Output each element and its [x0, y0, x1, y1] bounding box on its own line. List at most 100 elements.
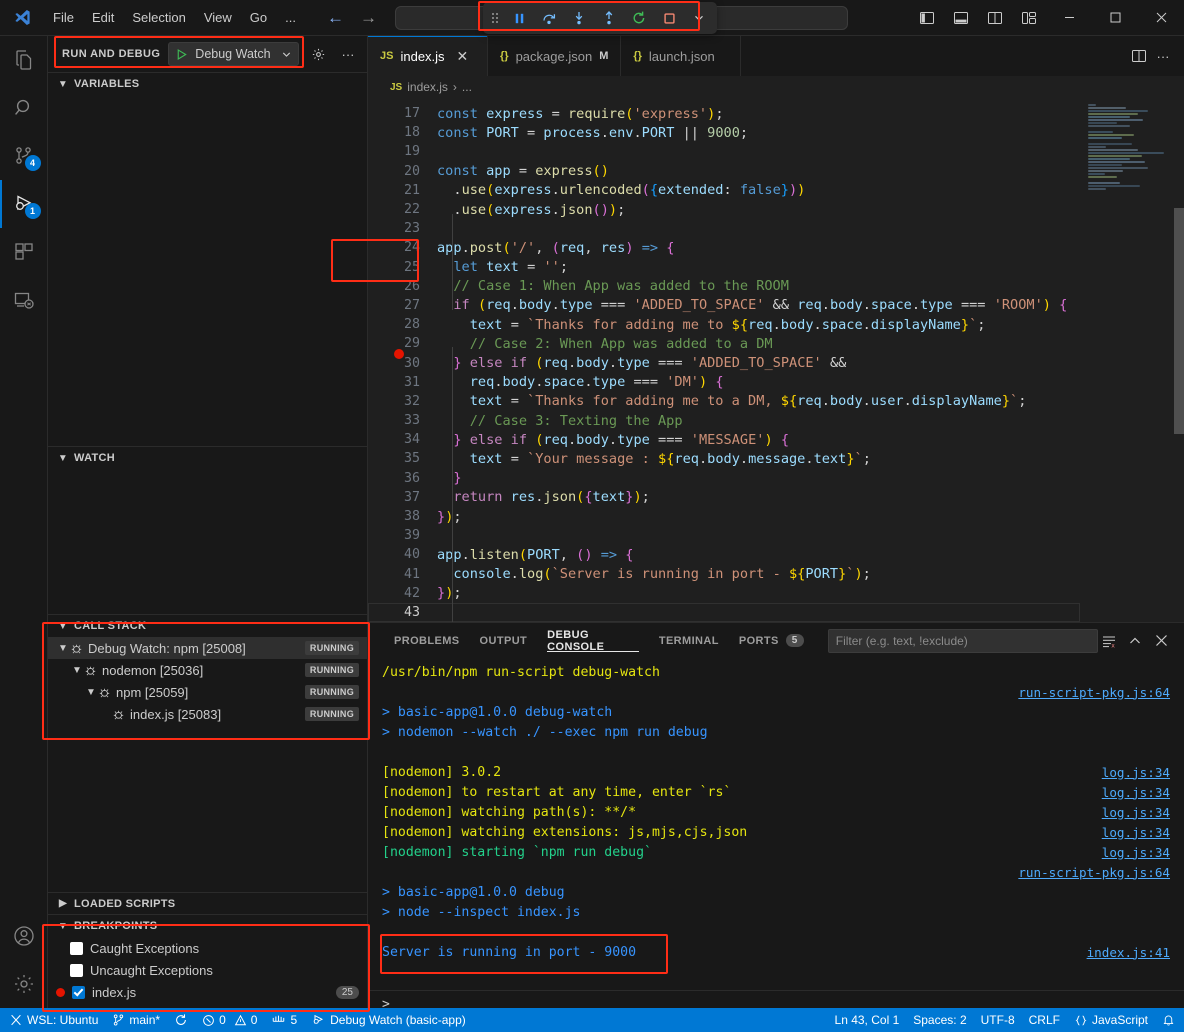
tab-output[interactable]: OUTPUT	[470, 623, 538, 658]
call-stack-row[interactable]: ▼ nodemon [25036] RUNNING	[48, 659, 367, 681]
breakpoint-checkbox[interactable]	[70, 964, 83, 977]
ellipsis-icon[interactable]: ···	[337, 43, 359, 65]
breadcrumb-file[interactable]: index.js	[407, 80, 448, 94]
breadcrumb-symbol[interactable]: ...	[462, 80, 472, 94]
code-line[interactable]: 18const PORT = process.env.PORT || 9000;	[368, 123, 1080, 142]
console-source-link[interactable]: log.js:34	[1102, 845, 1170, 860]
code-line[interactable]: 34 } else if (req.body.type === 'MESSAGE…	[368, 430, 1080, 449]
status-eol[interactable]: CRLF	[1022, 1008, 1067, 1032]
close-icon[interactable]	[1150, 630, 1172, 652]
code-line[interactable]: 40app.listen(PORT, () => {	[368, 545, 1080, 564]
maximize-button[interactable]	[1092, 0, 1138, 36]
breakpoint-checkbox[interactable]	[72, 986, 85, 999]
console-filter-input[interactable]: Filter (e.g. text, !exclude)	[828, 629, 1098, 653]
code-line[interactable]: 17const express = require('express');	[368, 104, 1080, 123]
sidebar-item-remote-explorer[interactable]	[0, 276, 48, 324]
pause-icon[interactable]	[505, 5, 533, 31]
close-icon[interactable]: ✕	[457, 49, 469, 63]
tab-debug-console[interactable]: DEBUG CONSOLE	[537, 623, 649, 658]
stop-icon[interactable]	[655, 5, 683, 31]
breakpoints-section-header[interactable]: ▼ BREAKPOINTS	[48, 915, 367, 937]
code-line[interactable]: 29 // Case 2: When App was added to a DM	[368, 334, 1080, 353]
tab-launch-json[interactable]: {} launch.json	[621, 36, 741, 76]
console-source-link[interactable]: log.js:34	[1102, 765, 1170, 780]
code-line[interactable]: 25 let text = '';	[368, 258, 1080, 277]
sidebar-item-extensions[interactable]	[0, 228, 48, 276]
chevron-down-icon[interactable]: ▼	[56, 643, 70, 654]
code-line[interactable]: 21 .use(express.urlencoded({extended: fa…	[368, 181, 1080, 200]
minimize-button[interactable]	[1046, 0, 1092, 36]
customize-layout-icon[interactable]	[1012, 10, 1046, 26]
status-git-branch[interactable]: main*	[105, 1008, 167, 1032]
accounts-icon[interactable]	[0, 912, 48, 960]
tab-package-json[interactable]: {} package.json M	[488, 36, 621, 76]
console-source-link[interactable]: run-script-pkg.js:64	[1018, 865, 1170, 880]
status-remote[interactable]: WSL: Ubuntu	[2, 1008, 105, 1032]
code-line[interactable]: 20const app = express()	[368, 162, 1080, 181]
code-line[interactable]: 41 console.log(`Server is running in por…	[368, 565, 1080, 584]
console-source-link[interactable]: log.js:34	[1102, 805, 1170, 820]
step-out-icon[interactable]	[595, 5, 623, 31]
console-source-link[interactable]: index.js:41	[1087, 945, 1170, 960]
restart-icon[interactable]	[625, 5, 653, 31]
code-line[interactable]: 28 text = `Thanks for adding me to ${req…	[368, 315, 1080, 334]
tab-index-js[interactable]: JS index.js ✕	[368, 36, 488, 76]
code-line[interactable]: 26 // Case 1: When App was added to the …	[368, 277, 1080, 296]
step-over-icon[interactable]	[535, 5, 563, 31]
call-stack-row[interactable]: ▼ Debug Watch: npm [25008] RUNNING	[48, 637, 367, 659]
code-line[interactable]: 38});	[368, 507, 1080, 526]
status-notifications[interactable]	[1155, 1008, 1182, 1032]
tab-terminal[interactable]: TERMINAL	[649, 623, 729, 658]
chevron-up-icon[interactable]	[1124, 630, 1146, 652]
drag-handle-icon[interactable]	[487, 11, 503, 25]
status-encoding[interactable]: UTF-8	[974, 1008, 1022, 1032]
split-editor-icon[interactable]	[1128, 45, 1150, 67]
code-line[interactable]: 37 return res.json({text});	[368, 488, 1080, 507]
code-line[interactable]: 24app.post('/', (req, res) => {	[368, 238, 1080, 257]
minimap[interactable]	[1080, 98, 1184, 622]
gear-icon[interactable]	[0, 960, 48, 1008]
console-source-link[interactable]: log.js:34	[1102, 825, 1170, 840]
debug-console-output[interactable]: /usr/bin/npm run-script debug-watchrun-s…	[368, 658, 1184, 990]
menu-go[interactable]: Go	[241, 7, 276, 28]
chevron-down-icon[interactable]	[281, 49, 292, 60]
code-line[interactable]: 33 // Case 3: Texting the App	[368, 411, 1080, 430]
status-language-mode[interactable]: JavaScript	[1067, 1008, 1155, 1032]
editor-scrollbar[interactable]	[1174, 208, 1184, 434]
code-line[interactable]: 42});	[368, 584, 1080, 603]
tab-problems[interactable]: PROBLEMS	[384, 623, 470, 658]
chevron-down-icon[interactable]: ▼	[70, 665, 84, 676]
call-stack-row[interactable]: index.js [25083] RUNNING	[48, 703, 367, 725]
status-indentation[interactable]: Spaces: 2	[906, 1008, 973, 1032]
code-line[interactable]: 27 if (req.body.type === 'ADDED_TO_SPACE…	[368, 296, 1080, 315]
menu-more[interactable]: ...	[276, 7, 305, 28]
code-line[interactable]: 36 }	[368, 469, 1080, 488]
sidebar-item-search[interactable]	[0, 84, 48, 132]
status-problems[interactable]: 0 0	[195, 1008, 264, 1032]
menu-edit[interactable]: Edit	[83, 7, 123, 28]
code-line[interactable]: 32 text = `Thanks for adding me to a DM,…	[368, 392, 1080, 411]
code-line[interactable]: 30 } else if (req.body.type === 'ADDED_T…	[368, 353, 1080, 372]
loaded-scripts-section-header[interactable]: ▶ LOADED SCRIPTS	[48, 893, 367, 914]
clear-console-icon[interactable]: x	[1098, 630, 1120, 652]
console-source-link[interactable]: log.js:34	[1102, 785, 1170, 800]
status-cursor-position[interactable]: Ln 43, Col 1	[828, 1008, 907, 1032]
code-editor[interactable]: 17const express = require('express');18c…	[368, 98, 1184, 622]
variables-section-header[interactable]: ▼ VARIABLES	[48, 73, 367, 95]
close-button[interactable]	[1138, 0, 1184, 36]
watch-section-header[interactable]: ▼ WATCH	[48, 447, 367, 469]
code-line[interactable]: 35 text = `Your message : ${req.body.mes…	[368, 449, 1080, 468]
code-line[interactable]: 39	[368, 526, 1080, 545]
toggle-primary-sidebar-icon[interactable]	[910, 10, 944, 26]
play-icon[interactable]	[175, 48, 188, 61]
breakpoint-item[interactable]: index.js 25	[48, 981, 367, 1003]
menu-view[interactable]: View	[195, 7, 241, 28]
tab-ports[interactable]: PORTS 5	[729, 623, 814, 658]
call-stack-row[interactable]: ▼ npm [25059] RUNNING	[48, 681, 367, 703]
breakpoint-item[interactable]: Caught Exceptions	[48, 937, 367, 959]
step-into-icon[interactable]	[565, 5, 593, 31]
code-line[interactable]: 19	[368, 142, 1080, 161]
sidebar-item-source-control[interactable]: 4	[0, 132, 48, 180]
debug-config-dropdown[interactable]: Debug Watch	[168, 42, 299, 66]
arrow-right-icon[interactable]: →	[360, 9, 377, 26]
